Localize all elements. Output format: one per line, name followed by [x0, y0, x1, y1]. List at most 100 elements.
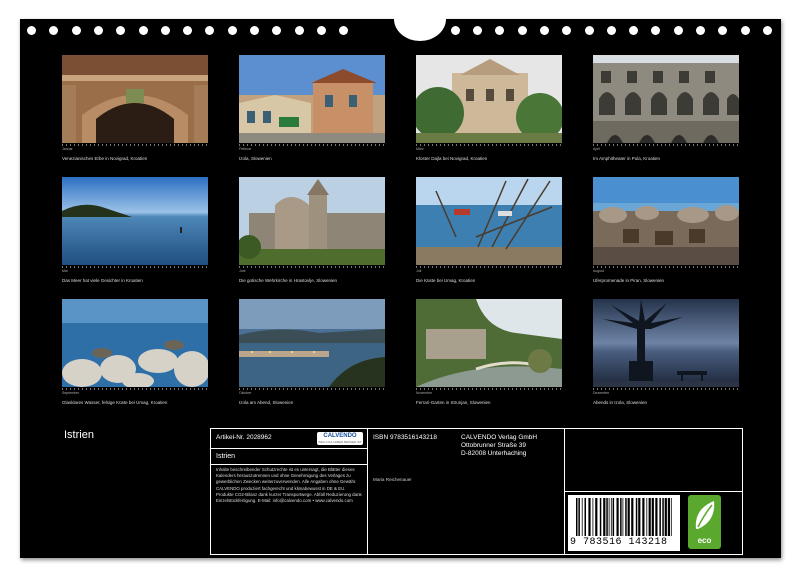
day-grid	[416, 144, 562, 146]
binding-hole	[495, 26, 505, 35]
binding-hole	[718, 26, 728, 35]
photo-oktober	[239, 299, 385, 387]
day-grid	[62, 388, 208, 390]
barcode-bar	[603, 498, 606, 536]
author: Maria Reichenauer	[373, 477, 412, 482]
photo-september	[62, 299, 208, 387]
binding-hole	[584, 26, 594, 35]
barcode-bar	[578, 498, 580, 536]
calendar-back-cover: Januar Venezianisches Erbe in Novigrad, …	[20, 0, 781, 558]
barcode-bar	[592, 498, 594, 536]
barcode-bar	[646, 498, 648, 536]
photo-mai	[62, 177, 208, 265]
binding-hole	[272, 26, 282, 35]
binding-hole	[49, 26, 59, 35]
photo-caption: Kloster Dajla bei Novigrad, Kroatien	[416, 156, 488, 161]
photo-caption: Abends in Izola, Slowenien	[593, 400, 648, 405]
barcode-bar	[581, 498, 583, 536]
binding-hole	[762, 26, 772, 35]
binding-hole	[160, 26, 170, 35]
binding-hole	[473, 26, 482, 35]
month-label: Januar	[62, 147, 73, 151]
month-label: April	[593, 147, 601, 151]
publisher-street: Ottobrunner Straße 39	[461, 442, 527, 449]
calendar-title: Istrien	[64, 429, 94, 441]
barcode-bar	[635, 498, 638, 536]
publisher-name: CALVENDO Verlag GmbH	[461, 434, 538, 441]
barcode-bar	[648, 498, 651, 536]
photo-caption: Die gotische Wehrkirche in Hrastovlje, S…	[239, 278, 337, 283]
day-grid	[239, 388, 385, 390]
divider	[211, 464, 367, 465]
barcode-bar	[627, 498, 630, 536]
logo-text: CALVENDO	[323, 433, 357, 439]
barcode-bar	[588, 498, 591, 536]
photo-dezember	[593, 299, 739, 387]
month-label: November	[416, 391, 433, 395]
photo-caption: Izola am Abend, Slowenien	[239, 400, 294, 405]
month-label: August	[593, 269, 604, 273]
photo-maerz	[416, 55, 562, 143]
binding-hole	[93, 26, 103, 35]
binding-hole	[316, 26, 326, 35]
photo-caption: Izola, Slowenien	[239, 156, 272, 161]
photo-februar	[239, 55, 385, 143]
binding-hole	[183, 26, 193, 35]
binding-hole	[138, 26, 148, 35]
barcode-bar	[584, 498, 586, 536]
photo-caption: Uferpromenade in Piran, Slowenien	[593, 278, 665, 283]
day-grid	[593, 266, 739, 268]
photo-april	[593, 55, 739, 143]
photo-november	[416, 299, 562, 387]
barcode-bar	[631, 498, 634, 536]
barcode-bar	[622, 498, 624, 536]
month-label: September	[62, 391, 80, 395]
photo-juni	[239, 177, 385, 265]
barcode-bar	[625, 498, 627, 536]
binding-hole	[116, 26, 126, 35]
logo-tagline: WEIL DAS LEBEN BESSER IST	[318, 440, 362, 444]
month-label: Mai	[62, 269, 68, 273]
photo-caption: Glasklares Wasser, felsige Küste bei Uma…	[62, 400, 168, 405]
binding-hole	[517, 26, 527, 35]
binding-hole	[205, 26, 215, 35]
barcode-bar	[612, 498, 615, 536]
barcode: 9 783516 143218	[568, 495, 680, 551]
leaf-icon	[695, 501, 715, 529]
barcode-bar	[651, 498, 654, 536]
month-label: Februar	[239, 147, 252, 151]
binding-hole	[562, 26, 572, 35]
barcode-bar	[616, 498, 619, 536]
photo-juli	[416, 177, 562, 265]
barcode-bars	[576, 498, 672, 536]
eco-label: eco	[697, 536, 712, 545]
day-grid	[593, 388, 739, 390]
barcode-bar	[620, 498, 622, 536]
calvendo-logo: CALVENDO WEIL DAS LEBEN BESSER IST	[317, 432, 363, 445]
binding-hole	[450, 26, 460, 35]
photo-caption: Venezianisches Erbe in Novigrad, Kroatie…	[62, 156, 148, 161]
binding-hole	[629, 26, 639, 35]
binding-hole	[651, 26, 661, 35]
month-label: Juli	[416, 269, 422, 273]
barcode-bar	[638, 498, 641, 536]
binding-hole	[294, 26, 304, 35]
barcode-bar	[606, 498, 608, 536]
binding-hole	[539, 26, 549, 35]
barcode-bar	[610, 498, 612, 536]
binding-hole	[673, 26, 683, 35]
day-grid	[62, 144, 208, 146]
barcode-bar	[576, 498, 578, 536]
binding-hole	[227, 26, 237, 35]
divider	[367, 429, 368, 554]
divider	[211, 448, 367, 449]
binding-hole	[606, 26, 616, 35]
barcode-bar	[667, 498, 670, 536]
barcode-bar	[655, 498, 658, 536]
month-label: Juni	[239, 269, 246, 273]
barcode-bar	[664, 498, 667, 536]
divider	[564, 491, 742, 492]
day-grid	[416, 388, 562, 390]
photo-caption: Die Küste bei Umag, Kroatien	[416, 278, 476, 283]
photo-caption: Im Amphitheater in Pula, Kroatien	[593, 156, 661, 161]
